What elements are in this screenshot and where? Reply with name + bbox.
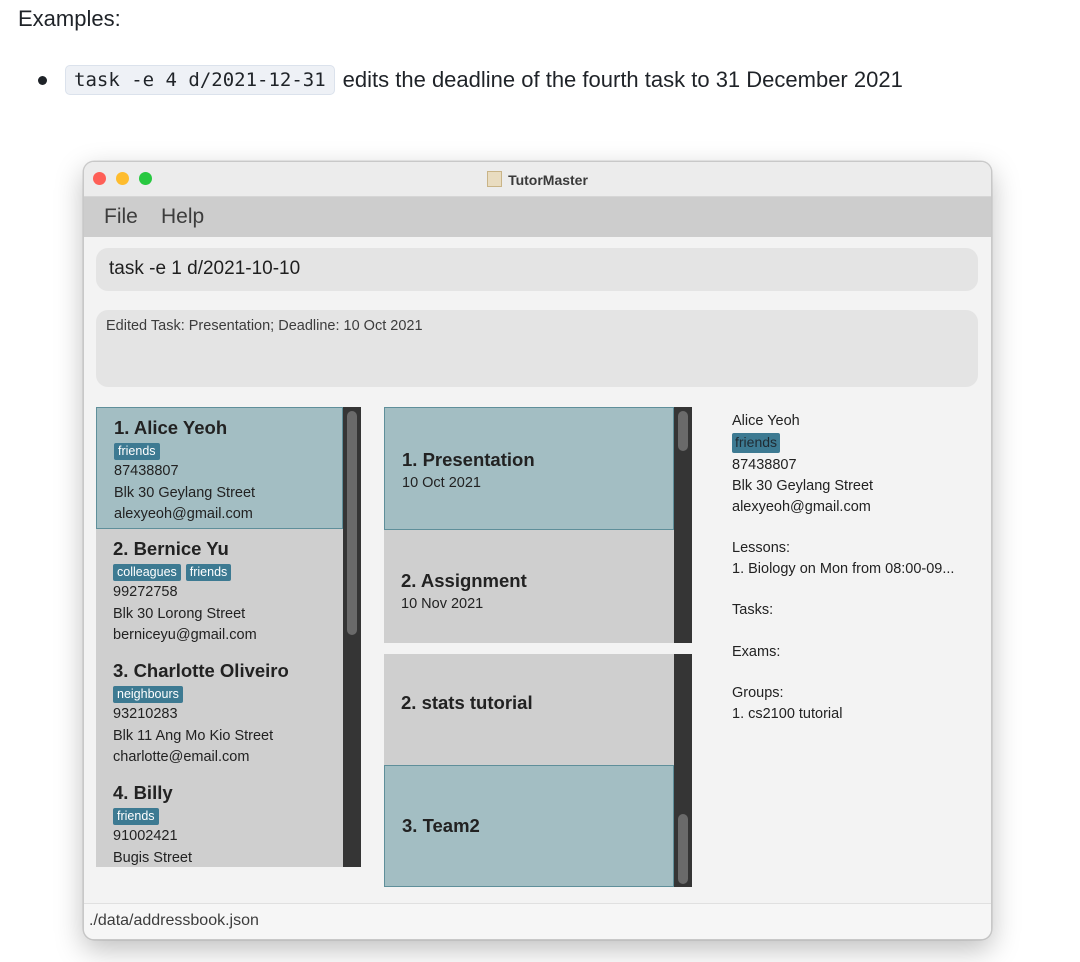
detail-groups-label: Groups: xyxy=(732,685,784,701)
tag-badge: friends xyxy=(113,808,159,825)
group-list-scrollbar[interactable] xyxy=(674,654,692,887)
title-bar[interactable]: TutorMaster xyxy=(84,162,991,197)
person-name: 1. Alice Yeoh xyxy=(114,417,228,438)
detail-lesson-item: 1. Biology on Mon from 08:00-09... xyxy=(732,561,955,577)
task-title: 1. Presentation xyxy=(402,449,535,470)
status-bar: ./data/addressbook.json xyxy=(84,903,991,939)
task-deadline: 10 Nov 2021 xyxy=(401,596,484,612)
person-card[interactable]: 1. Alice Yeoh friends 87438807 Blk 30 Ge… xyxy=(96,407,343,529)
menu-bar: File Help xyxy=(84,197,991,237)
person-card[interactable]: 4. Billy friends 91002421 Bugis Street xyxy=(96,773,343,867)
person-email: berniceyu@gmail.com xyxy=(113,627,257,643)
person-name: 3. Charlotte Oliveiro xyxy=(113,660,289,681)
detail-name: Alice Yeoh xyxy=(732,413,800,429)
person-phone: 99272758 xyxy=(113,584,178,600)
person-tags: friends xyxy=(113,808,159,825)
result-display: Edited Task: Presentation; Deadline: 10 … xyxy=(96,310,978,387)
scrollbar-thumb[interactable] xyxy=(347,411,357,635)
result-text: Edited Task: Presentation; Deadline: 10 … xyxy=(106,318,423,334)
detail-lessons-label: Lessons: xyxy=(732,540,791,556)
detail-phone: 87438807 xyxy=(732,457,797,473)
person-name: 4. Billy xyxy=(113,782,173,803)
person-phone: 93210283 xyxy=(113,706,178,722)
command-box[interactable]: task -e 1 d/2021-10-10 xyxy=(96,248,978,291)
window-title-text: TutorMaster xyxy=(508,172,588,188)
tag-badge: neighbours xyxy=(113,686,183,703)
person-address: Blk 11 Ang Mo Kio Street xyxy=(113,728,274,744)
detail-email: alexyeoh@gmail.com xyxy=(732,499,871,515)
task-deadline: 10 Oct 2021 xyxy=(402,475,481,491)
person-phone: 87438807 xyxy=(114,463,179,479)
status-file-path: ./data/addressbook.json xyxy=(89,912,259,929)
task-list-scrollbar[interactable] xyxy=(674,407,692,643)
person-tags: friends xyxy=(114,443,160,460)
tag-badge: colleagues xyxy=(113,564,181,581)
group-list[interactable]: 2. stats tutorial 3. Team2 xyxy=(384,654,692,887)
example-bullet: task -e 4 d/2021-12-31 edits the deadlin… xyxy=(38,62,903,98)
person-phone: 91002421 xyxy=(113,828,178,844)
person-tags: colleagues friends xyxy=(113,564,232,581)
group-card[interactable]: 3. Team2 xyxy=(384,765,674,887)
person-tags: neighbours xyxy=(113,686,183,703)
person-name: 2. Bernice Yu xyxy=(113,538,229,559)
person-card[interactable]: 2. Bernice Yu colleagues friends 9927275… xyxy=(96,529,343,651)
person-card[interactable]: 3. Charlotte Oliveiro neighbours 9321028… xyxy=(96,651,343,773)
tag-badge: friends xyxy=(114,443,160,460)
person-email: charlotte@email.com xyxy=(113,749,250,765)
task-title: 2. Assignment xyxy=(401,570,527,591)
person-email: alexyeoh@gmail.com xyxy=(114,506,253,522)
detail-tag: friends xyxy=(732,433,781,453)
doc-heading: Examples: xyxy=(18,6,121,31)
person-address: Blk 30 Geylang Street xyxy=(114,485,256,501)
menu-file[interactable]: File xyxy=(104,205,138,229)
menu-help[interactable]: Help xyxy=(161,205,204,229)
detail-exams-label: Exams: xyxy=(732,644,781,660)
task-card[interactable]: 2. Assignment 10 Nov 2021 xyxy=(384,530,674,643)
detail-address: Blk 30 Geylang Street xyxy=(732,478,874,494)
app-icon xyxy=(487,171,503,187)
tag-badge: friends xyxy=(185,564,232,581)
app-window: TutorMaster File Help task -e 1 d/2021-1… xyxy=(83,161,992,940)
task-list[interactable]: 1. Presentation 10 Oct 2021 2. Assignmen… xyxy=(384,407,692,643)
scrollbar-thumb[interactable] xyxy=(678,814,688,884)
group-title: 2. stats tutorial xyxy=(401,692,533,713)
person-list-scrollbar[interactable] xyxy=(343,407,361,867)
detail-tasks-label: Tasks: xyxy=(732,602,774,618)
detail-group-item: 1. cs2100 tutorial xyxy=(732,706,843,722)
scrollbar-thumb[interactable] xyxy=(678,411,688,451)
task-card[interactable]: 1. Presentation 10 Oct 2021 xyxy=(384,407,674,530)
person-list[interactable]: 1. Alice Yeoh friends 87438807 Blk 30 Ge… xyxy=(96,407,361,867)
window-title: TutorMaster xyxy=(84,171,991,188)
person-address: Bugis Street xyxy=(113,850,192,866)
group-title: 3. Team2 xyxy=(402,815,480,836)
group-card[interactable]: 2. stats tutorial xyxy=(384,654,674,765)
bullet-dot xyxy=(38,75,47,85)
example-description: edits the deadline of the fourth task to… xyxy=(342,67,903,92)
command-input-text[interactable]: task -e 1 d/2021-10-10 xyxy=(109,258,300,280)
person-address: Blk 30 Lorong Street xyxy=(113,606,246,622)
example-code: task -e 4 d/2021-12-31 xyxy=(65,65,335,95)
